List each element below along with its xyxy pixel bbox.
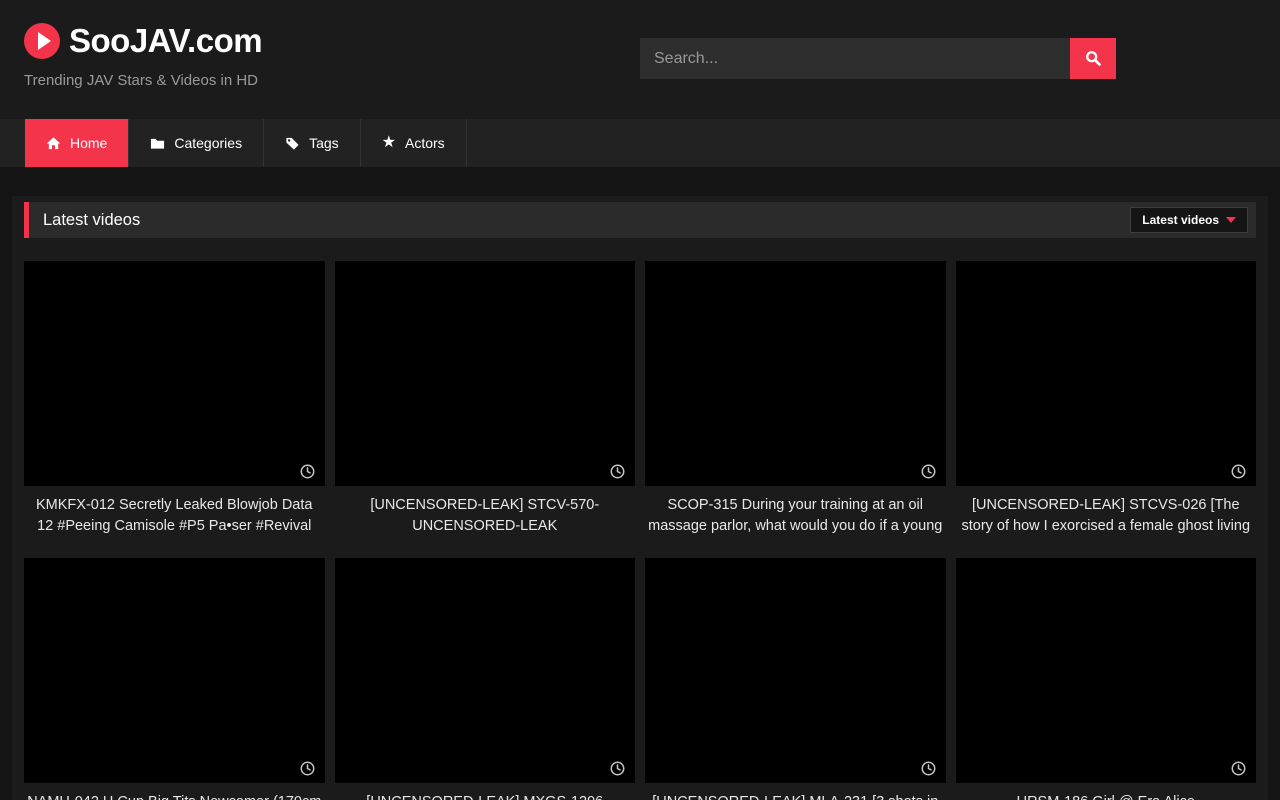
search-icon xyxy=(1085,50,1102,67)
video-title[interactable]: [UNCENSORED-LEAK] STCVS-026 [The story o… xyxy=(956,495,1257,536)
site-title[interactable]: SooJAV.com xyxy=(69,22,262,60)
home-icon xyxy=(46,136,61,151)
clock-icon xyxy=(921,761,936,776)
video-card[interactable]: KMKFX-012 Secretly Leaked Blowjob Data 1… xyxy=(24,261,325,536)
video-title[interactable]: [UNCENSORED-LEAK] STCV-570-UNCENSORED-LE… xyxy=(335,495,636,536)
sort-label: Latest videos xyxy=(1142,213,1219,227)
caret-down-icon xyxy=(1226,217,1236,223)
video-title[interactable]: KMKFX-012 Secretly Leaked Blowjob Data 1… xyxy=(24,495,325,536)
video-card[interactable]: [UNCENSORED-LEAK] MXGS-1296 Absolutely xyxy=(335,558,636,800)
nav-item-tags[interactable]: Tags xyxy=(264,119,361,167)
section-title: Latest videos xyxy=(43,211,140,230)
video-thumbnail[interactable] xyxy=(335,558,636,783)
nav-item-home[interactable]: Home xyxy=(25,119,129,167)
main-content: Latest videos Latest videos KMKFX-012 Se… xyxy=(12,196,1268,800)
nav-item-actors[interactable]: ★ Actors xyxy=(361,119,467,167)
clock-icon xyxy=(921,464,936,479)
search-input[interactable] xyxy=(640,38,1070,79)
video-title[interactable]: [UNCENSORED-LEAK] MLA-231 [3 shots in xyxy=(645,792,946,800)
clock-icon xyxy=(300,761,315,776)
video-thumbnail[interactable] xyxy=(335,261,636,486)
star-icon: ★ xyxy=(382,135,396,151)
search-button[interactable] xyxy=(1070,38,1116,79)
tag-icon xyxy=(285,136,300,151)
video-title[interactable]: NAMH-042 H Cup Big Tits Newcomer (170cm … xyxy=(24,792,325,800)
nav-label: Tags xyxy=(309,135,339,151)
video-card[interactable]: [UNCENSORED-LEAK] STCVS-026 [The story o… xyxy=(956,261,1257,536)
video-thumbnail[interactable] xyxy=(645,261,946,486)
video-thumbnail[interactable] xyxy=(24,261,325,486)
video-card[interactable]: [UNCENSORED-LEAK] STCV-570-UNCENSORED-LE… xyxy=(335,261,636,536)
folder-icon xyxy=(150,136,165,151)
clock-icon xyxy=(1231,464,1246,479)
nav-label: Actors xyxy=(405,135,445,151)
video-thumbnail[interactable] xyxy=(956,558,1257,783)
site-header: SooJAV.com Trending JAV Stars & Videos i… xyxy=(0,0,1280,119)
video-thumbnail[interactable] xyxy=(24,558,325,783)
video-title[interactable]: [UNCENSORED-LEAK] MXGS-1296 Absolutely xyxy=(335,792,636,800)
logo[interactable]: SooJAV.com Trending JAV Stars & Videos i… xyxy=(24,22,262,89)
clock-icon xyxy=(610,464,625,479)
video-card[interactable]: [UNCENSORED-LEAK] MLA-231 [3 shots in xyxy=(645,558,946,800)
section-header: Latest videos Latest videos xyxy=(24,202,1256,238)
video-grid: KMKFX-012 Secretly Leaked Blowjob Data 1… xyxy=(24,261,1256,800)
sort-dropdown-button[interactable]: Latest videos xyxy=(1130,207,1248,233)
video-thumbnail[interactable] xyxy=(645,558,946,783)
main-nav: Home Categories Tags ★ Actors xyxy=(0,119,1280,167)
video-card[interactable]: URSM-186 Girl @ Era Alice xyxy=(956,558,1257,800)
video-card[interactable]: NAMH-042 H Cup Big Tits Newcomer (170cm … xyxy=(24,558,325,800)
video-title[interactable]: URSM-186 Girl @ Era Alice xyxy=(956,792,1257,800)
nav-label: Categories xyxy=(174,135,242,151)
play-icon xyxy=(24,23,60,59)
nav-label: Home xyxy=(70,135,107,151)
search-form xyxy=(640,38,1116,79)
clock-icon xyxy=(610,761,625,776)
accent-bar xyxy=(24,202,29,238)
nav-item-categories[interactable]: Categories xyxy=(129,119,264,167)
video-title[interactable]: SCOP-315 During your training at an oil … xyxy=(645,495,946,536)
clock-icon xyxy=(1231,761,1246,776)
clock-icon xyxy=(300,464,315,479)
site-tagline: Trending JAV Stars & Videos in HD xyxy=(24,72,262,89)
video-thumbnail[interactable] xyxy=(956,261,1257,486)
video-card[interactable]: SCOP-315 During your training at an oil … xyxy=(645,261,946,536)
